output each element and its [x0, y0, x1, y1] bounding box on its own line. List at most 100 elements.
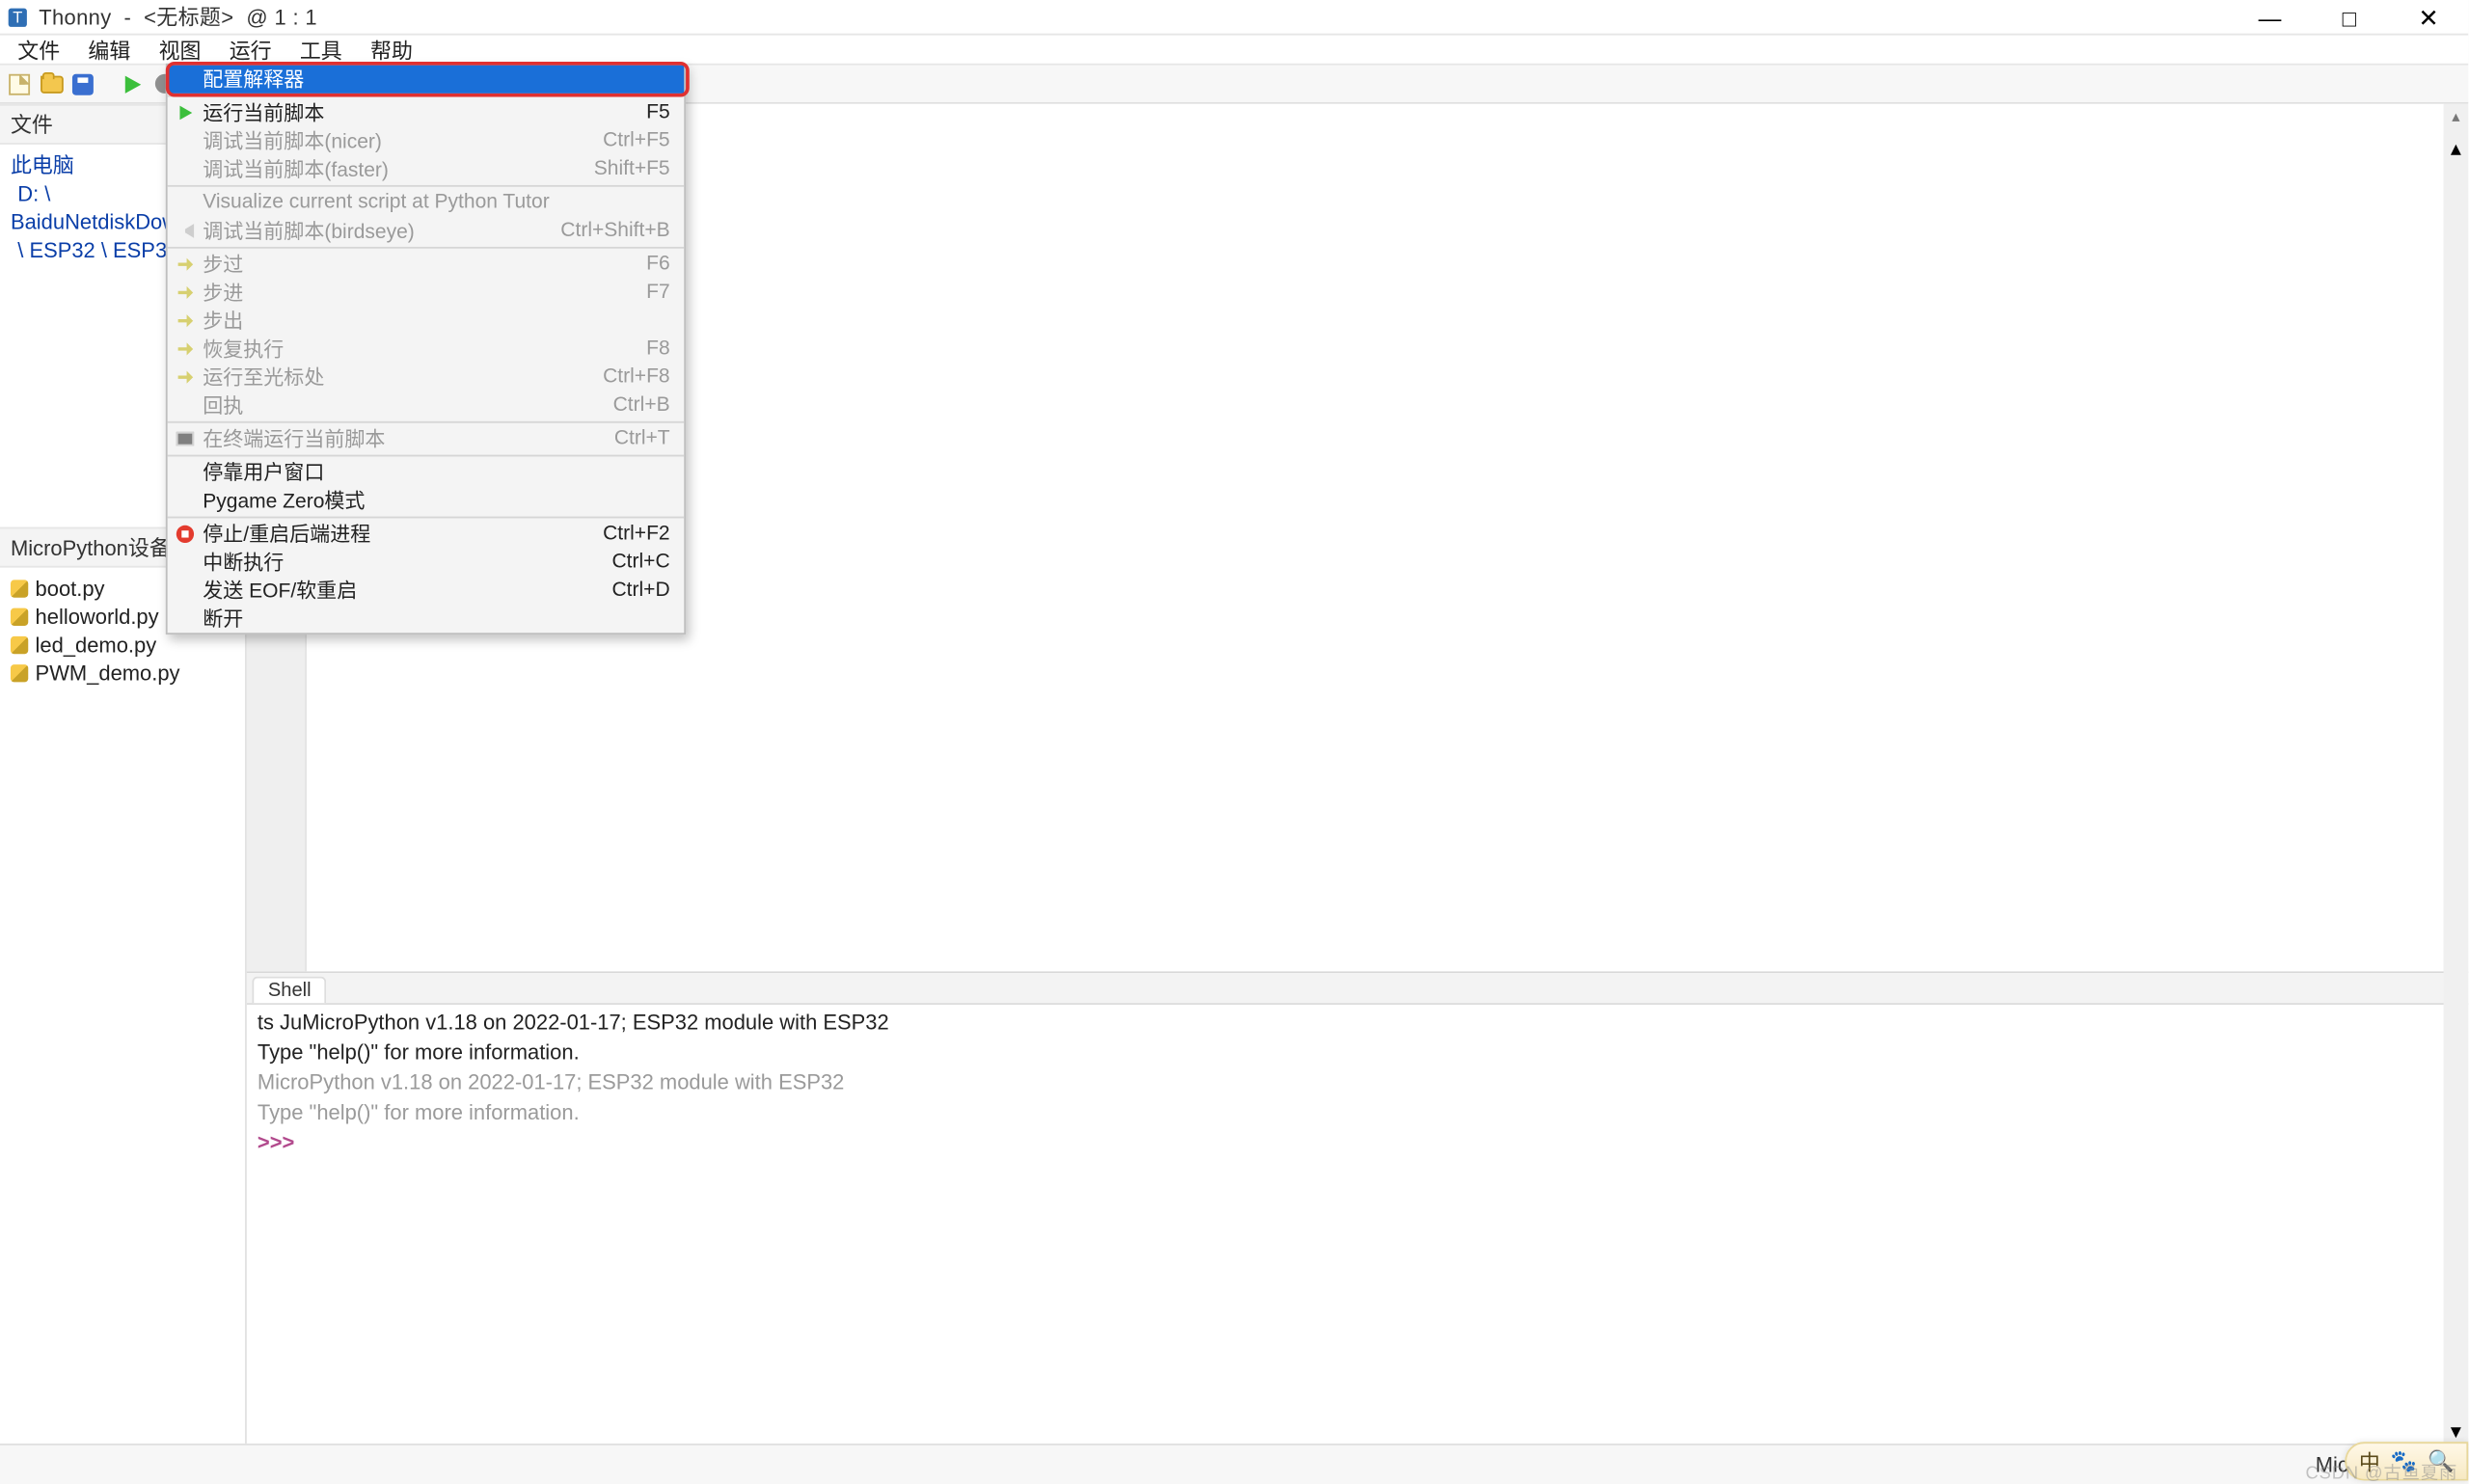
menu-item[interactable]: 停靠用户窗口: [168, 458, 685, 486]
ylarr-icon: [177, 284, 193, 300]
menu-item[interactable]: Pygame Zero模式: [168, 487, 685, 515]
files-panel-title: 文件: [11, 109, 53, 139]
menu-separator: [168, 247, 685, 249]
menu-item[interactable]: 配置解释器: [168, 66, 685, 94]
device-file-item[interactable]: led_demo.py: [11, 631, 234, 659]
shell-line: ts JuMicroPython v1.18 on 2022-01-17; ES…: [258, 1009, 2457, 1039]
save-file-button[interactable]: [70, 71, 95, 96]
device-panel-title: MicroPython设备: [11, 532, 171, 562]
device-file-label: helloworld.py: [36, 603, 159, 631]
menu-item: 运行至光标处Ctrl+F8: [168, 364, 685, 391]
scroll-up-icon[interactable]: ▴: [2452, 104, 2459, 130]
device-file-label: led_demo.py: [36, 631, 157, 659]
menu-file[interactable]: 文件: [4, 35, 74, 65]
menu-item: 调试当前脚本(birdseye)Ctrl+Shift+B: [168, 217, 685, 245]
menu-item-accelerator: Ctrl+F5: [603, 130, 670, 151]
scroll-up-icon[interactable]: ▴: [2451, 136, 2461, 161]
window-controls: — □ ✕: [2230, 0, 2468, 36]
menubar: 文件 编辑 视图 运行 工具 帮助: [0, 36, 2468, 66]
menu-edit[interactable]: 编辑: [74, 35, 145, 65]
menu-item-label: 调试当前脚本(birdseye): [200, 217, 561, 245]
stop-icon: [176, 526, 194, 543]
run-button[interactable]: [120, 71, 145, 96]
menu-item-accelerator: Ctrl+B: [613, 394, 670, 416]
python-file-icon: [11, 608, 28, 626]
menu-item-icon-slot: [171, 341, 199, 357]
menu-item-label: 发送 EOF/软重启: [200, 577, 612, 605]
menu-item-label: 调试当前脚本(faster): [200, 155, 594, 183]
menu-item-label: 步出: [200, 307, 670, 335]
menu-item-label: 回执: [200, 391, 613, 419]
menu-item[interactable]: 停止/重启后端进程Ctrl+F2: [168, 520, 685, 548]
menu-item-accelerator: Ctrl+D: [611, 580, 669, 601]
menu-item-label: 调试当前脚本(nicer): [200, 127, 604, 155]
ylarr-icon: [177, 256, 193, 272]
shell-tab[interactable]: Shell: [252, 977, 327, 1003]
python-file-icon: [11, 636, 28, 654]
menu-item[interactable]: 发送 EOF/软重启Ctrl+D: [168, 577, 685, 605]
menu-item: 恢复执行F8: [168, 335, 685, 363]
open-file-button[interactable]: [39, 71, 64, 96]
menu-help[interactable]: 帮助: [356, 35, 426, 65]
new-file-button[interactable]: [7, 71, 32, 96]
menu-item[interactable]: 中断执行Ctrl+C: [168, 549, 685, 577]
menu-separator: [168, 421, 685, 423]
menu-item-accelerator: Ctrl+C: [611, 552, 669, 573]
device-file-label: PWM_demo.py: [36, 660, 180, 688]
close-button[interactable]: ✕: [2389, 0, 2468, 36]
shell-prompt[interactable]: >>>: [258, 1128, 2457, 1158]
menu-separator: [168, 517, 685, 519]
menu-item-icon-slot: [171, 312, 199, 328]
menu-item-icon-slot: [171, 432, 199, 446]
menu-item-label: 运行至光标处: [200, 364, 604, 391]
menu-item[interactable]: 断开: [168, 605, 685, 633]
scroll-down-icon[interactable]: ▾: [2451, 1419, 2461, 1444]
menu-item: 步进F7: [168, 279, 685, 307]
menu-item: 调试当前脚本(faster)Shift+F5: [168, 155, 685, 183]
menu-item-label: 配置解释器: [200, 66, 670, 94]
play-icon: [179, 106, 192, 121]
menu-item-accelerator: F8: [646, 338, 670, 360]
device-file-item[interactable]: PWM_demo.py: [11, 660, 234, 688]
menu-run[interactable]: 运行: [215, 35, 285, 65]
menu-view[interactable]: 视图: [145, 35, 215, 65]
menu-item: 调试当前脚本(nicer)Ctrl+F5: [168, 127, 685, 155]
menu-item-label: 断开: [200, 605, 670, 633]
menu-tools[interactable]: 工具: [285, 35, 356, 65]
menu-item-label: 恢复执行: [200, 335, 647, 363]
menu-separator: [168, 455, 685, 457]
menu-item-icon-slot: [171, 284, 199, 300]
menu-item: 步出: [168, 307, 685, 335]
maximize-button[interactable]: □: [2310, 0, 2389, 36]
menu-item-accelerator: F7: [646, 282, 670, 303]
menu-item-icon-slot: [171, 526, 199, 543]
shell-scrollbar[interactable]: ▴ ▾: [2444, 136, 2469, 1444]
shell-line: Type "help()" for more information.: [258, 1039, 2457, 1068]
shell-output[interactable]: ts JuMicroPython v1.18 on 2022-01-17; ES…: [247, 1005, 2468, 1444]
menu-item: 在终端运行当前脚本Ctrl+T: [168, 425, 685, 453]
menu-item: Visualize current script at Python Tutor: [168, 189, 685, 217]
title-text: Thonny - <无标题> @ 1 : 1: [39, 2, 317, 32]
menu-item-accelerator: F5: [646, 102, 670, 123]
ylarr-icon: [177, 341, 193, 357]
shell-line: Type "help()" for more information.: [258, 1098, 2457, 1128]
python-file-icon: [11, 664, 28, 682]
menu-item-accelerator: Ctrl+T: [614, 428, 670, 449]
run-menu-dropdown[interactable]: 配置解释器运行当前脚本F5调试当前脚本(nicer)Ctrl+F5调试当前脚本(…: [166, 64, 686, 634]
menu-item-icon-slot: [171, 256, 199, 272]
menu-item-icon-slot: [171, 369, 199, 385]
thonny-logo-icon: T: [7, 6, 28, 27]
menu-item-label: 停止/重启后端进程: [200, 520, 604, 548]
term-icon: [176, 432, 194, 446]
menu-item: 步过F6: [168, 251, 685, 279]
minimize-button[interactable]: —: [2230, 0, 2309, 36]
statusbar: MicroPython 中 🐾 🔍 CSDN @古鱼夏雨: [0, 1444, 2468, 1484]
shell-panel: Shell ts JuMicroPython v1.18 on 2022-01-…: [247, 971, 2468, 1444]
menu-separator: [168, 95, 685, 97]
menu-item[interactable]: 运行当前脚本F5: [168, 98, 685, 126]
menu-item-label: Pygame Zero模式: [200, 487, 670, 515]
ylarr-icon: [177, 312, 193, 328]
menu-item-accelerator: Ctrl+F2: [603, 524, 670, 545]
svg-text:T: T: [13, 9, 22, 26]
menu-item-label: 中断执行: [200, 549, 612, 577]
